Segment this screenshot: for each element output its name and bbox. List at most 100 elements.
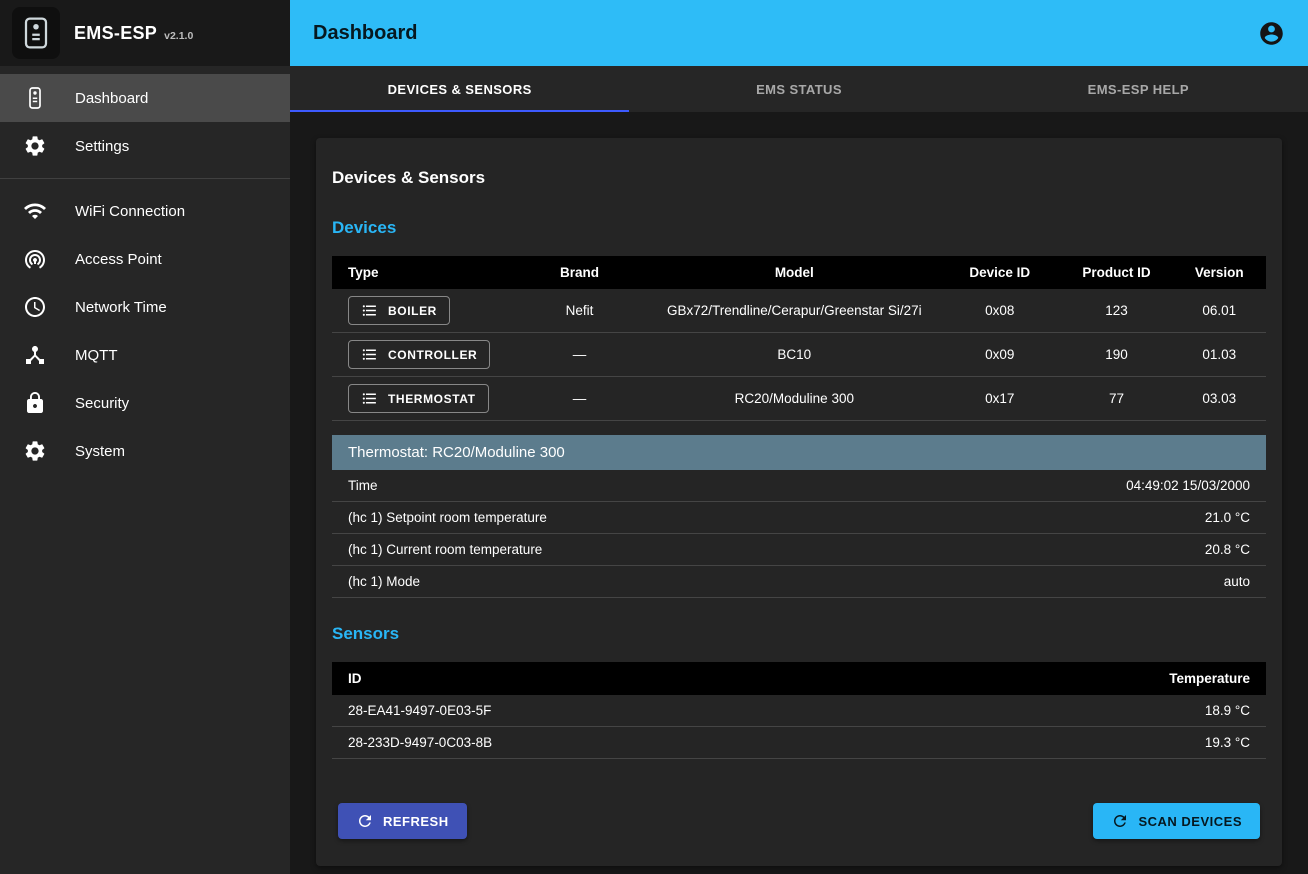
device-model: BC10 bbox=[650, 333, 940, 377]
sidebar-item-label: Access Point bbox=[75, 251, 162, 268]
sidebar-item-label: Network Time bbox=[75, 299, 167, 316]
lock-icon bbox=[23, 391, 47, 415]
sidebar-item-label: MQTT bbox=[75, 347, 118, 364]
gear-icon bbox=[23, 134, 47, 158]
detail-value: 04:49:02 15/03/2000 bbox=[890, 470, 1266, 502]
device-button-boiler[interactable]: BOILER bbox=[348, 296, 450, 325]
detail-value: auto bbox=[890, 566, 1266, 598]
sidebar-item-label: WiFi Connection bbox=[75, 203, 185, 220]
gear-icon bbox=[23, 439, 47, 463]
devices-table-header: Type Brand Model Device ID Product ID Ve… bbox=[332, 256, 1266, 289]
device-row: CONTROLLER — BC10 0x09 190 01.03 bbox=[332, 333, 1266, 377]
detail-label: Time bbox=[332, 470, 890, 502]
sidebar: EMS-ESP v2.1.0 Dashboard Settings bbox=[0, 0, 290, 874]
detail-value: 20.8 °C bbox=[890, 534, 1266, 566]
appbar: Dashboard bbox=[290, 0, 1308, 66]
device-row: THERMOSTAT — RC20/Moduline 300 0x17 77 0… bbox=[332, 377, 1266, 421]
column-header-brand: Brand bbox=[509, 256, 649, 289]
sidebar-divider bbox=[0, 178, 290, 179]
device-id: 0x17 bbox=[939, 377, 1060, 421]
sidebar-item-settings[interactable]: Settings bbox=[0, 122, 290, 170]
sidebar-item-access-point[interactable]: Access Point bbox=[0, 235, 290, 283]
device-version: 03.03 bbox=[1173, 377, 1266, 421]
detail-row: (hc 1) Mode auto bbox=[332, 566, 1266, 598]
tabbar: DEVICES & SENSORS EMS STATUS EMS-ESP HEL… bbox=[290, 66, 1308, 112]
detail-label: (hc 1) Setpoint room temperature bbox=[332, 502, 890, 534]
app-version: v2.1.0 bbox=[164, 30, 193, 42]
ems-esp-logo-icon bbox=[12, 7, 60, 59]
refresh-icon bbox=[1111, 812, 1129, 830]
sidebar-item-security[interactable]: Security bbox=[0, 379, 290, 427]
sidebar-item-network-time[interactable]: Network Time bbox=[0, 283, 290, 331]
card-title: Devices & Sensors bbox=[332, 168, 1266, 188]
sidebar-item-mqtt[interactable]: MQTT bbox=[0, 331, 290, 379]
detail-row: (hc 1) Setpoint room temperature 21.0 °C bbox=[332, 502, 1266, 534]
device-detail-header: Thermostat: RC20/Moduline 300 bbox=[332, 435, 1266, 470]
device-button-controller[interactable]: CONTROLLER bbox=[348, 340, 490, 369]
wifi-icon bbox=[23, 199, 47, 223]
device-brand: — bbox=[509, 333, 649, 377]
sidebar-header: EMS-ESP v2.1.0 bbox=[0, 0, 290, 66]
device-model: RC20/Moduline 300 bbox=[650, 377, 940, 421]
refresh-icon bbox=[356, 812, 374, 830]
detail-label: (hc 1) Current room temperature bbox=[332, 534, 890, 566]
app-name: EMS-ESP bbox=[74, 23, 157, 43]
sensor-temperature: 18.9 °C bbox=[901, 695, 1266, 727]
column-header-version: Version bbox=[1173, 256, 1266, 289]
sensors-table: ID Temperature 28-EA41-9497-0E03-5F 18.9… bbox=[332, 662, 1266, 759]
sidebar-nav: Dashboard Settings WiFi Connection A bbox=[0, 66, 290, 475]
scan-devices-button-label: SCAN DEVICES bbox=[1138, 814, 1242, 829]
list-icon bbox=[361, 302, 378, 319]
page-title: Dashboard bbox=[313, 22, 417, 45]
detail-row: Time 04:49:02 15/03/2000 bbox=[332, 470, 1266, 502]
device-product-id: 190 bbox=[1060, 333, 1172, 377]
column-header-product-id: Product ID bbox=[1060, 256, 1172, 289]
tab-ems-esp-help[interactable]: EMS-ESP HELP bbox=[969, 66, 1308, 112]
column-header-temperature: Temperature bbox=[901, 662, 1266, 695]
detail-value: 21.0 °C bbox=[890, 502, 1266, 534]
sidebar-item-wifi-connection[interactable]: WiFi Connection bbox=[0, 187, 290, 235]
column-header-type: Type bbox=[332, 256, 509, 289]
device-detail-table: Time 04:49:02 15/03/2000 (hc 1) Setpoint… bbox=[332, 470, 1266, 598]
sidebar-item-system[interactable]: System bbox=[0, 427, 290, 475]
tab-devices-sensors[interactable]: DEVICES & SENSORS bbox=[290, 66, 629, 112]
action-buttons-row: REFRESH SCAN DEVICES bbox=[332, 803, 1266, 839]
list-icon bbox=[361, 346, 378, 363]
refresh-button[interactable]: REFRESH bbox=[338, 803, 467, 839]
device-type-label: THERMOSTAT bbox=[388, 392, 476, 406]
device-row: BOILER Nefit GBx72/Trendline/Cerapur/Gre… bbox=[332, 289, 1266, 333]
sensors-table-header: ID Temperature bbox=[332, 662, 1266, 695]
column-header-id: ID bbox=[332, 662, 901, 695]
device-id: 0x08 bbox=[939, 289, 1060, 333]
device-model: GBx72/Trendline/Cerapur/Greenstar Si/27i bbox=[650, 289, 940, 333]
app-title: EMS-ESP v2.1.0 bbox=[74, 23, 193, 44]
device-product-id: 77 bbox=[1060, 377, 1172, 421]
device-product-id: 123 bbox=[1060, 289, 1172, 333]
boiler-device-icon bbox=[23, 86, 47, 110]
device-type-label: CONTROLLER bbox=[388, 348, 477, 362]
list-icon bbox=[361, 390, 378, 407]
sensor-temperature: 19.3 °C bbox=[901, 727, 1266, 759]
sidebar-item-label: System bbox=[75, 443, 125, 460]
account-circle-icon[interactable] bbox=[1258, 20, 1285, 47]
device-brand: Nefit bbox=[509, 289, 649, 333]
sidebar-item-label: Security bbox=[75, 395, 129, 412]
scan-devices-button[interactable]: SCAN DEVICES bbox=[1093, 803, 1260, 839]
clock-icon bbox=[23, 295, 47, 319]
main-area: Dashboard DEVICES & SENSORS EMS STATUS E… bbox=[290, 0, 1308, 874]
sensors-section: Sensors ID Temperature 28-EA41-9497-0E03… bbox=[332, 624, 1266, 759]
detail-row: (hc 1) Current room temperature 20.8 °C bbox=[332, 534, 1266, 566]
device-id: 0x09 bbox=[939, 333, 1060, 377]
content-area: Devices & Sensors Devices Type Brand Mod… bbox=[290, 112, 1308, 874]
device-button-thermostat[interactable]: THERMOSTAT bbox=[348, 384, 489, 413]
devices-section-title: Devices bbox=[332, 218, 1266, 238]
device-version: 06.01 bbox=[1173, 289, 1266, 333]
sensors-section-title: Sensors bbox=[332, 624, 1266, 644]
sidebar-item-label: Dashboard bbox=[75, 90, 148, 107]
device-hub-icon bbox=[23, 343, 47, 367]
column-header-model: Model bbox=[650, 256, 940, 289]
device-type-label: BOILER bbox=[388, 304, 437, 318]
sidebar-item-dashboard[interactable]: Dashboard bbox=[0, 74, 290, 122]
tab-ems-status[interactable]: EMS STATUS bbox=[629, 66, 968, 112]
device-version: 01.03 bbox=[1173, 333, 1266, 377]
